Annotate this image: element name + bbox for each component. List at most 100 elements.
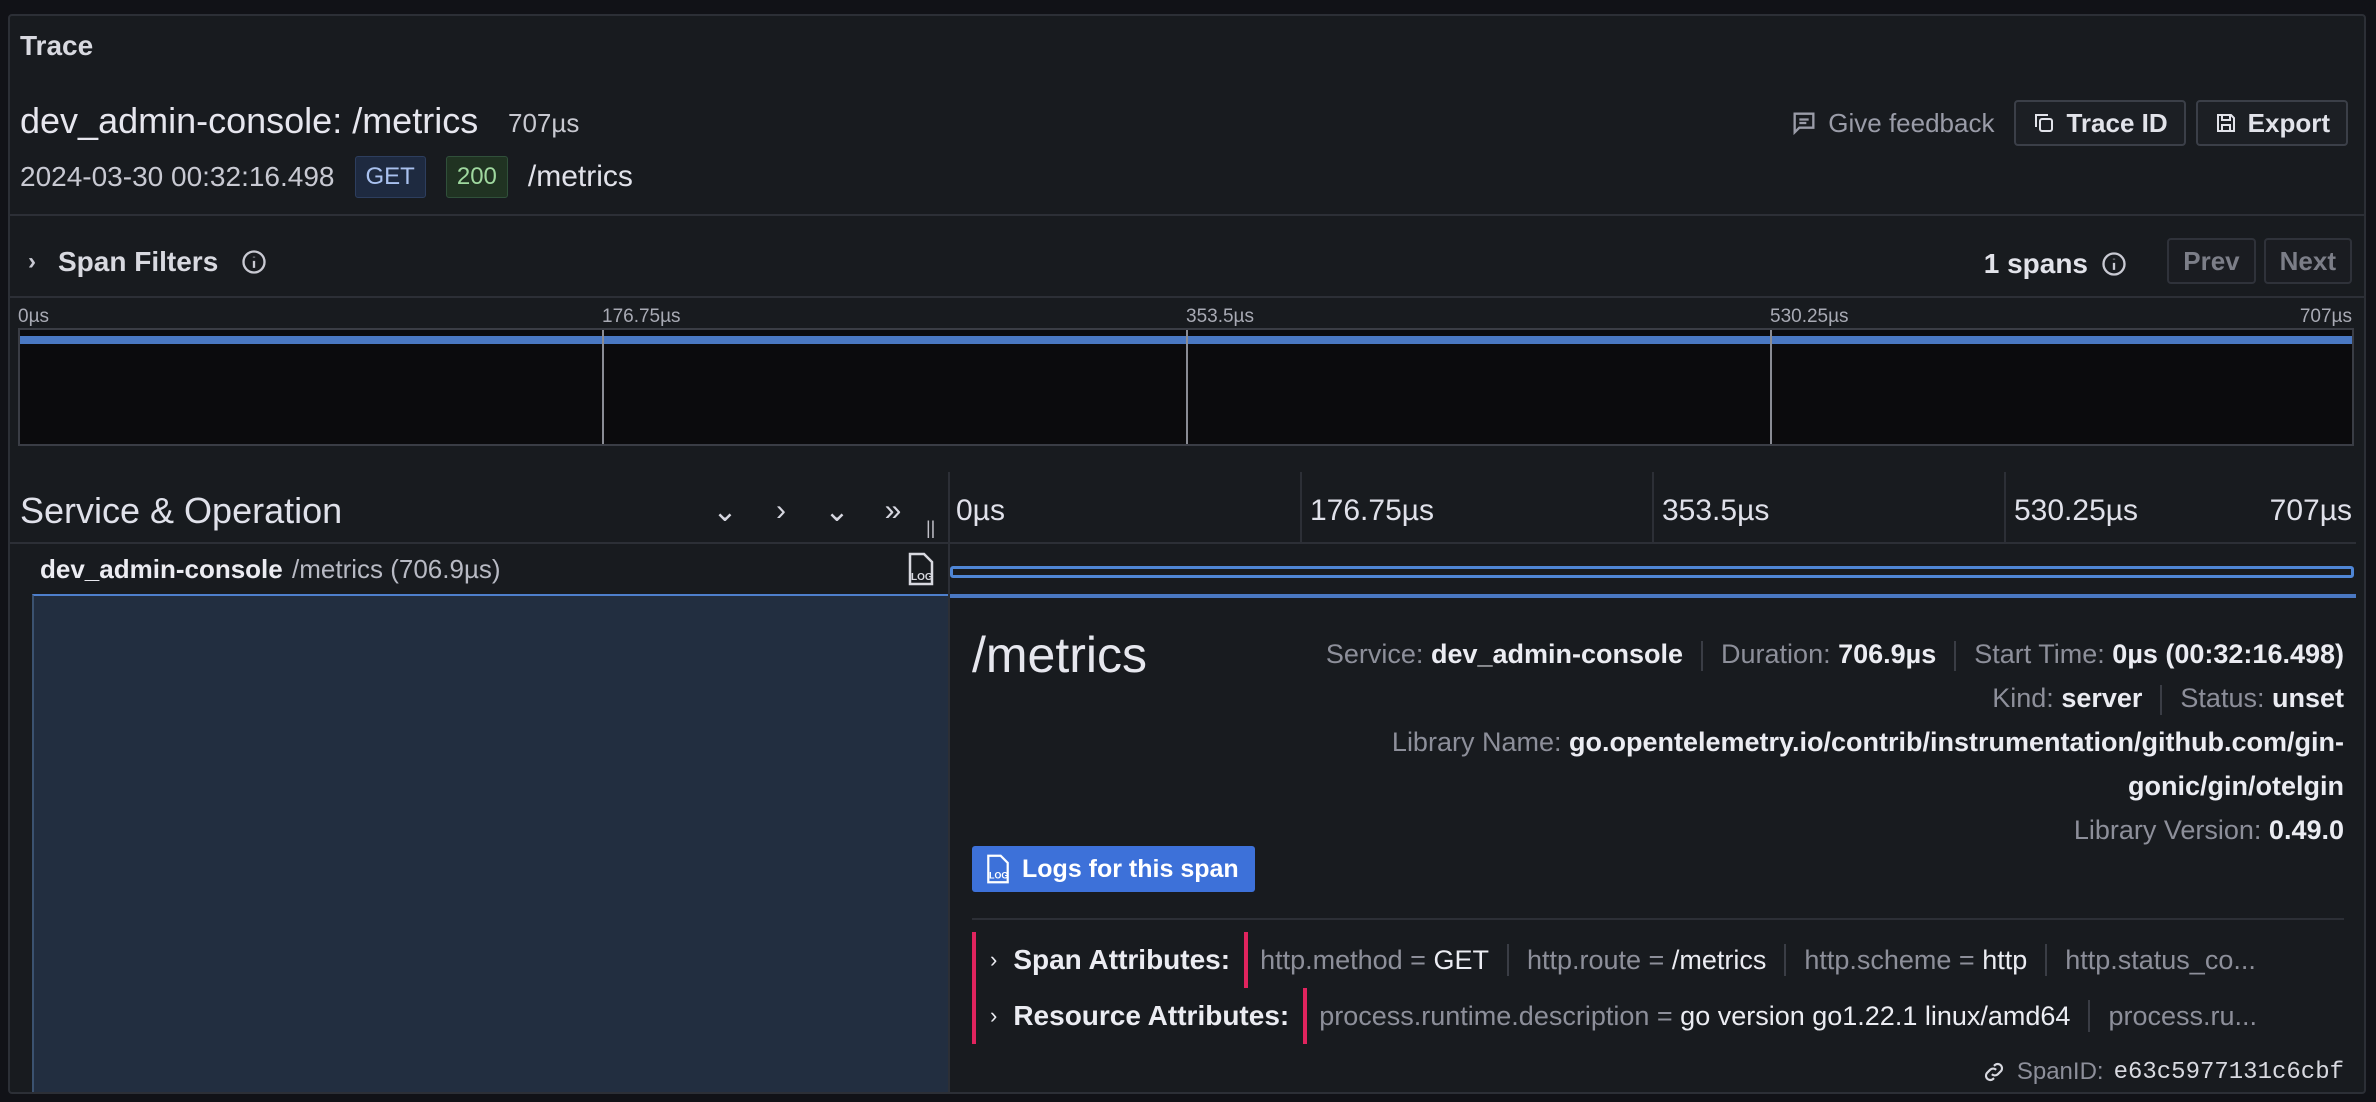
attribute-item: http.status_co... [2065, 944, 2256, 975]
span-id[interactable]: SpanID: e63c5977131c6cbf [1981, 1058, 2344, 1086]
details-divider [972, 918, 2344, 920]
spans-count: 1 spans [1984, 248, 2128, 280]
log-icon[interactable]: LOG [906, 552, 936, 586]
copy-icon [2035, 114, 2054, 132]
span-filters-toggle[interactable]: › Span Filters [20, 246, 268, 278]
collapse-all-icon[interactable]: ⌄ [822, 494, 852, 529]
start-label: Start Time: [1974, 639, 2105, 669]
minimap-tick: 0µs [18, 306, 50, 327]
library-name-value-cont: gonic/gin/otelgin [2128, 771, 2344, 801]
header-divider [10, 214, 2364, 216]
service-operation-title: Service & Operation [20, 490, 343, 531]
trace-view: Trace dev_admin-console: /metrics 707µs … [8, 14, 2366, 1094]
span-timeline-bar [950, 566, 2354, 578]
span-pager: Prev Next [2167, 238, 2352, 284]
save-icon [2216, 114, 2235, 132]
logs-for-span-label: Logs for this span [1022, 854, 1239, 883]
status-label: Status: [2180, 683, 2265, 713]
minimap-tick: 353.5µs [1186, 306, 1254, 327]
operation-title: /metrics [972, 627, 1147, 683]
status-badge: 200 [445, 156, 508, 198]
trace-duration: 707µs [508, 108, 580, 138]
column-splitter [948, 472, 950, 1092]
span-attributes-toggle[interactable]: › Span Attributes: [972, 932, 1249, 988]
attribute-item: http.scheme = http [1804, 944, 2028, 975]
minimap-ticks: 0µs 176.75µs 353.5µs 530.25µs 707µs [10, 306, 2356, 330]
kind-value: server [2061, 683, 2143, 713]
spans-count-label: 1 spans [1983, 248, 2088, 279]
filters-divider [10, 296, 2364, 298]
minimap-gridline [602, 330, 604, 444]
timeline-tick: 530.25µs [2014, 494, 2139, 527]
duration-value: 706.9µs [1838, 639, 1937, 669]
span-attributes-row: › Span Attributes: http.method = GET htt… [972, 932, 2344, 988]
give-feedback-link[interactable]: Give feedback [1790, 108, 1994, 139]
prev-button[interactable]: Prev [2167, 238, 2256, 284]
status-value: unset [2271, 683, 2344, 713]
info-icon [242, 250, 266, 274]
attribute-item: process.ru... [2108, 1000, 2257, 1031]
resource-attributes-toggle[interactable]: › Resource Attributes: [972, 988, 1308, 1044]
start-value: 0µs (00:32:16.498) [2112, 639, 2344, 669]
library-name-label: Library Name: [1391, 727, 1562, 757]
trace-id-label: Trace ID [2066, 107, 2168, 138]
column-resize-handle[interactable]: || [926, 518, 935, 539]
minimap-gridline [1770, 330, 1772, 444]
span-id-value: e63c5977131c6cbf [2113, 1058, 2344, 1086]
timeline-ticks: 0µs 176.75µs 353.5µs 530.25µs 707µs [950, 472, 2356, 542]
timeline-gridline [1652, 472, 1654, 542]
trace-meta: 2024-03-30 00:32:16.498 GET 200 /metrics [20, 156, 633, 198]
trace-id-button[interactable]: Trace ID [2014, 100, 2186, 146]
library-version-label: Library Version: [2073, 815, 2262, 845]
attribute-item: http.method = GET [1260, 944, 1489, 975]
expand-all-icon[interactable]: » [878, 494, 908, 529]
span-attributes-label: Span Attributes: [1013, 944, 1231, 975]
trace-title: dev_admin-console: /metrics [20, 100, 479, 141]
span-operation: /metrics (706.9µs) [292, 554, 501, 584]
log-icon: LOG [987, 854, 1009, 884]
collapse-one-icon[interactable]: ⌄ [710, 494, 740, 529]
method-badge: GET [354, 156, 426, 198]
span-detail-gutter [32, 594, 948, 1092]
attribute-item: http.route = /metrics [1526, 944, 1767, 975]
expand-one-icon[interactable]: › [766, 494, 796, 529]
chevron-right-icon: › [28, 248, 36, 275]
svg-text:LOG: LOG [989, 871, 1008, 881]
service-value: dev_admin-console [1430, 639, 1684, 669]
service-label: Service: [1325, 639, 1424, 669]
trace-route: /metrics [527, 160, 633, 193]
give-feedback-label: Give feedback [1828, 107, 1995, 138]
minimap-tick: 530.25µs [1770, 306, 1849, 327]
chevron-right-icon: › [990, 947, 998, 972]
minimap-tick: 176.75µs [602, 306, 681, 327]
timeline-tick: 176.75µs [1310, 494, 1435, 527]
export-button[interactable]: Export [2195, 100, 2348, 146]
link-icon [1984, 1062, 2003, 1082]
attribute-item: process.runtime.description = go version… [1319, 1000, 2071, 1031]
duration-label: Duration: [1721, 639, 1831, 669]
span-filters-label: Span Filters [58, 246, 219, 277]
span-overview: Service: dev_admin-console Duration: 706.… [1326, 632, 2344, 852]
timeline-tick: 353.5µs [1662, 494, 1770, 527]
span-row[interactable]: dev_admin-console /metrics (706.9µs) LOG [10, 542, 2356, 596]
chevron-right-icon: › [990, 1003, 998, 1028]
header-actions: Give feedback Trace ID Export [1790, 100, 2348, 146]
span-service-name: dev_admin-console [40, 554, 283, 584]
span-id-label: SpanID: [2016, 1058, 2104, 1085]
trace-timestamp: 2024-03-30 00:32:16.498 [20, 161, 335, 192]
panel-title: Trace [20, 30, 94, 61]
timeline-gridline [2004, 472, 2006, 542]
export-label: Export [2247, 107, 2330, 138]
comment-icon [1793, 112, 1815, 136]
resource-attributes-label: Resource Attributes: [1013, 1000, 1290, 1031]
library-version-value: 0.49.0 [2268, 815, 2344, 845]
library-name-value: go.opentelemetry.io/contrib/instrumentat… [1569, 727, 2344, 757]
next-button[interactable]: Next [2263, 238, 2352, 284]
span-details: /metrics Service: dev_admin-console Durat… [950, 594, 2356, 1092]
trace-minimap[interactable] [18, 328, 2354, 446]
minimap-gridline [1186, 330, 1188, 444]
timeline-tick: 707µs [2269, 494, 2352, 527]
logs-for-span-button[interactable]: LOG Logs for this span [972, 846, 1255, 892]
timeline-gridline [1300, 472, 1302, 542]
resource-attributes-row: › Resource Attributes: process.runtime.d… [972, 988, 2344, 1044]
